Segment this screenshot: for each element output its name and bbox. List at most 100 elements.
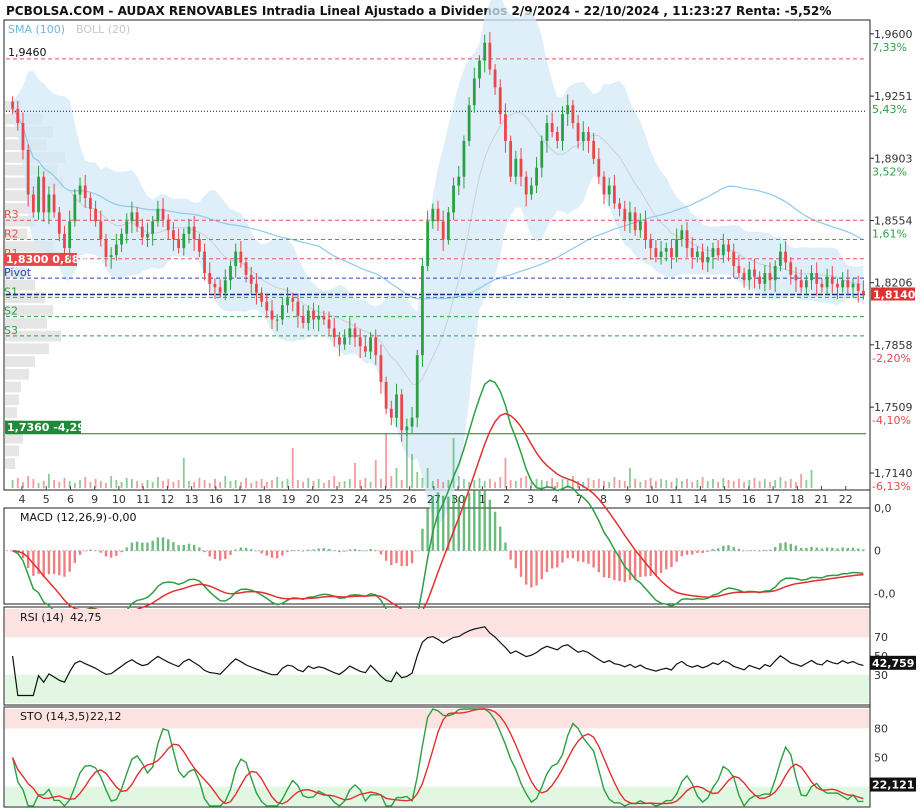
macd-histogram-bar xyxy=(224,550,227,559)
macd-histogram-bar xyxy=(675,550,678,562)
macd-histogram-bar xyxy=(369,548,372,551)
macd-histogram-bar xyxy=(857,548,860,551)
candle-body xyxy=(758,276,762,284)
volume-bar xyxy=(146,480,149,488)
macd-histogram-bar xyxy=(125,547,128,551)
macd-histogram-bar xyxy=(265,550,268,556)
candle-body xyxy=(540,140,544,168)
macd-histogram-bar xyxy=(384,550,388,561)
volume-bar xyxy=(53,480,55,488)
candle-body xyxy=(716,248,720,256)
volume-bar xyxy=(364,478,367,488)
candle-body xyxy=(296,301,300,316)
candle-body xyxy=(804,280,808,288)
macd-histogram-bar xyxy=(535,550,538,586)
candle-body xyxy=(478,60,481,79)
candle-body xyxy=(566,105,570,115)
volume-bar xyxy=(229,481,232,488)
candle-body xyxy=(561,114,564,141)
macd-title: MACD (12,26,9) xyxy=(20,511,107,524)
candle-body xyxy=(576,123,580,141)
candle-body xyxy=(612,185,616,204)
candle-body xyxy=(659,251,663,257)
volume-bar xyxy=(131,479,133,488)
macd-histogram-bar xyxy=(307,549,310,551)
macd-histogram-bar xyxy=(561,550,564,563)
volume-bar xyxy=(297,480,299,488)
level-label-s3: S3 xyxy=(4,324,18,337)
macd-histogram-bar xyxy=(141,542,144,551)
volume-profile-bar xyxy=(5,432,23,444)
macd-histogram-bar xyxy=(597,550,601,573)
macd-histogram-bar xyxy=(213,550,217,560)
candle-body xyxy=(78,185,82,195)
candle-body xyxy=(353,328,357,338)
candle-body xyxy=(654,248,658,257)
candle-body xyxy=(187,226,191,234)
candle-body xyxy=(410,417,414,427)
macd-histogram-bar xyxy=(270,550,274,558)
macd-histogram-bar xyxy=(571,550,575,559)
volume-bar xyxy=(488,479,491,488)
price-pct-label: 1,61% xyxy=(872,228,907,241)
macd-histogram-bar xyxy=(820,548,824,551)
candle-body xyxy=(779,251,782,266)
x-tick-label: 17 xyxy=(766,493,780,506)
macd-histogram-bar xyxy=(836,548,839,551)
candle-body xyxy=(280,305,284,320)
candle-body xyxy=(841,280,845,288)
volume-bar xyxy=(203,480,206,488)
macd-histogram-bar xyxy=(670,550,673,568)
candle-body xyxy=(405,426,409,431)
volume-bar xyxy=(463,479,465,488)
volume-bar xyxy=(779,477,782,488)
price-pct-label: 5,43% xyxy=(872,103,907,116)
volume-bar xyxy=(177,480,180,488)
macd-histogram-bar xyxy=(545,550,549,573)
volume-bar xyxy=(592,480,595,488)
volume-bar xyxy=(32,479,35,488)
volume-bar xyxy=(328,480,330,488)
x-tick-label: 4 xyxy=(19,493,26,506)
candle-body xyxy=(239,251,243,263)
candle-body xyxy=(68,221,72,249)
candle-body xyxy=(156,208,160,222)
macd-histogram-bar xyxy=(519,550,523,577)
candle-body xyxy=(644,221,647,240)
volume-bar xyxy=(11,480,14,488)
price-pct-label: -4,10% xyxy=(872,414,911,427)
macd-histogram-bar xyxy=(576,550,580,562)
candle-body xyxy=(529,185,533,195)
volume-bar xyxy=(115,480,118,488)
candle-body xyxy=(161,208,165,220)
chart-root: PCBOLSA.COM - AUDAX RENOVABLES Intradia … xyxy=(0,0,924,812)
macd-histogram-bar xyxy=(763,549,767,551)
volume-bar xyxy=(260,479,263,488)
volume-bar xyxy=(556,482,559,488)
macd-histogram-bar xyxy=(187,543,191,551)
volume-bar xyxy=(447,480,450,488)
volume-bar xyxy=(743,482,745,488)
macd-histogram-bar xyxy=(135,541,139,551)
volume-profile-bar xyxy=(5,381,21,393)
macd-histogram-bar xyxy=(198,547,201,551)
candle-body xyxy=(664,248,668,252)
volume-bar xyxy=(499,477,502,488)
candle-body xyxy=(732,251,736,266)
volume-bar xyxy=(525,476,528,488)
candle-body xyxy=(265,301,269,311)
reference-label: 1,8300 0,88% xyxy=(6,253,90,266)
x-tick-label: 10 xyxy=(645,493,659,506)
macd-histogram-bar xyxy=(58,550,61,576)
candle-body xyxy=(42,176,46,213)
candle-body xyxy=(535,167,538,186)
candle-body xyxy=(11,101,14,109)
candle-body xyxy=(794,274,798,281)
candle-body xyxy=(555,132,559,141)
volume-bar xyxy=(623,481,626,488)
candle-body xyxy=(509,140,513,177)
volume-bar xyxy=(151,482,154,488)
candle-body xyxy=(550,123,554,133)
volume-bar xyxy=(483,481,486,488)
candle-body xyxy=(426,221,430,266)
